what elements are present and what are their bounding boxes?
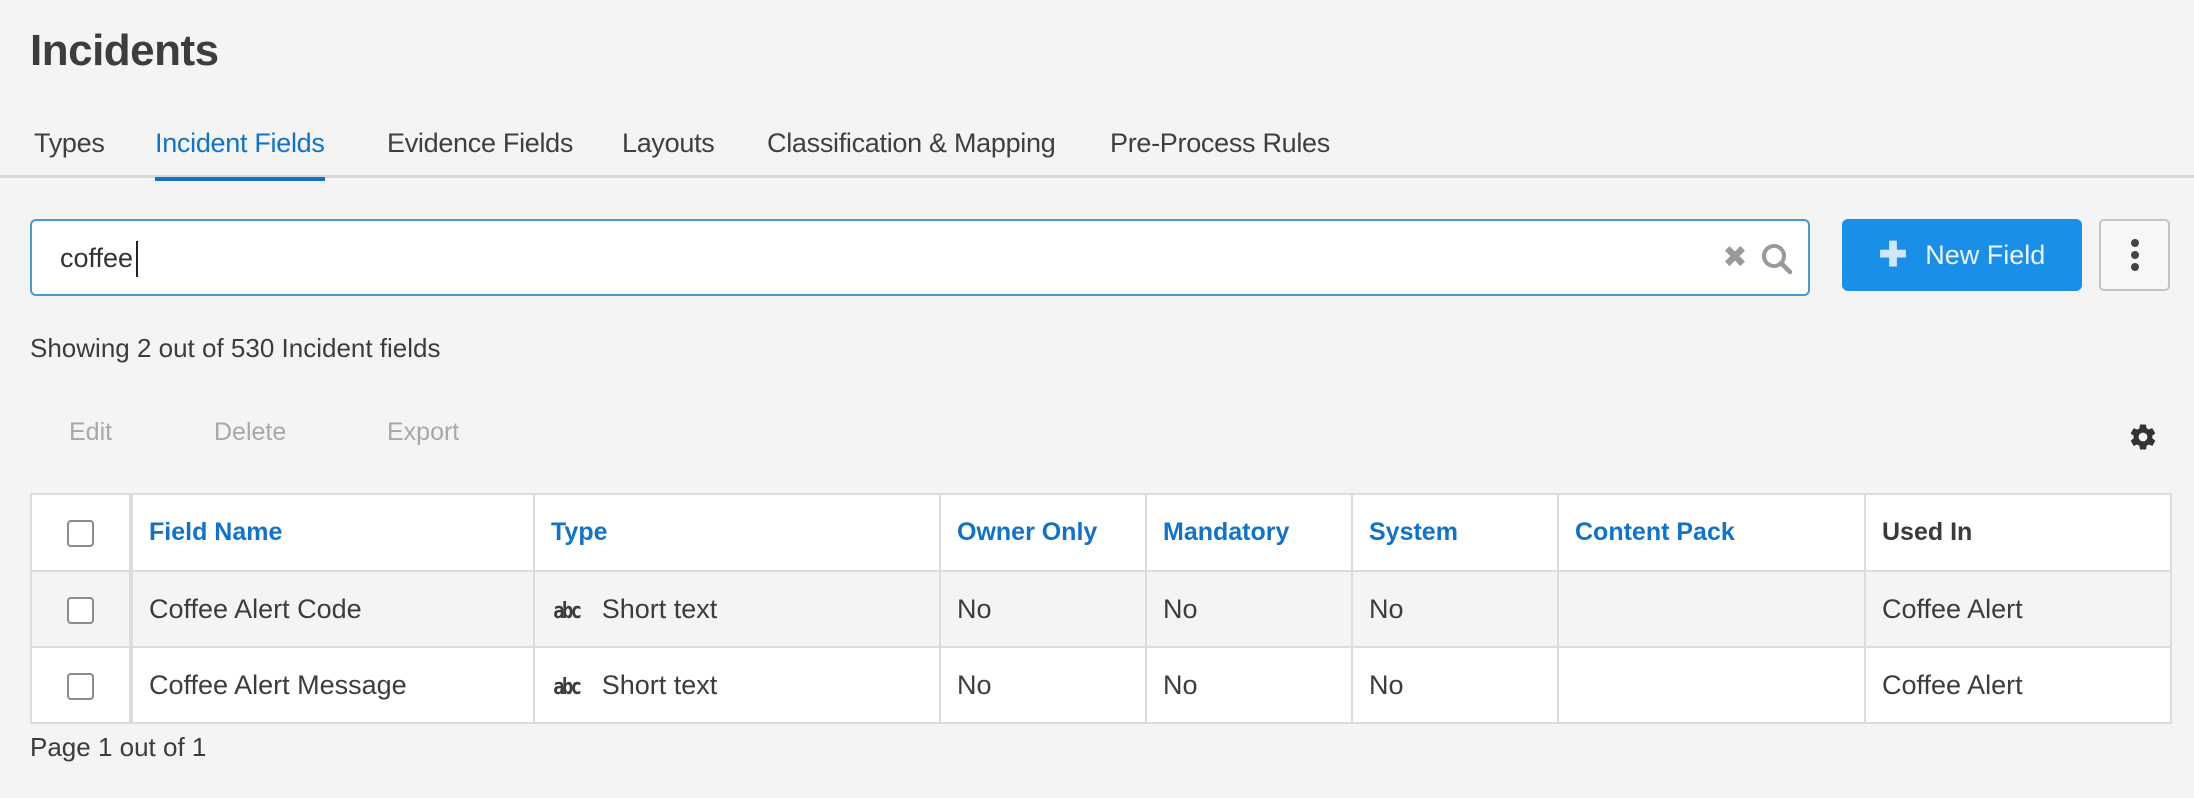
tab-layouts[interactable]: Layouts <box>622 128 715 178</box>
tab-evidence-fields[interactable]: Evidence Fields <box>387 128 573 178</box>
table-row[interactable]: Coffee Alert Code abc Short text No No No… <box>30 570 2172 648</box>
mandatory-cell: No <box>1145 570 1353 648</box>
owner-only-cell: No <box>939 646 1147 724</box>
search-box: ✖ <box>30 219 1810 296</box>
column-header-owner-only[interactable]: Owner Only <box>939 493 1147 572</box>
content-pack-cell <box>1557 570 1866 648</box>
mandatory-cell: No <box>1145 646 1353 724</box>
owner-only-cell: No <box>939 570 1147 648</box>
kebab-icon <box>2130 263 2139 271</box>
incident-fields-table: Field Name Type Owner Only Mandatory Sys… <box>30 493 2172 724</box>
used-in-cell: Coffee Alert <box>1864 570 2172 648</box>
new-field-button[interactable]: ✚ New Field <box>1842 219 2082 291</box>
column-header-system[interactable]: System <box>1351 493 1559 572</box>
tab-pre-process-rules[interactable]: Pre-Process Rules <box>1110 128 1330 178</box>
system-cell: No <box>1351 646 1559 724</box>
table-row[interactable]: Coffee Alert Message abc Short text No No… <box>30 646 2172 724</box>
short-text-icon: abc <box>553 674 582 700</box>
row-select-cell <box>30 570 133 648</box>
column-header-type[interactable]: Type <box>533 493 941 572</box>
pagination-label: Page 1 out of 1 <box>30 732 207 762</box>
used-in-cell: Coffee Alert <box>1864 646 2172 724</box>
delete-button[interactable]: Delete <box>214 418 286 447</box>
field-name-cell: Coffee Alert Message <box>130 646 535 724</box>
export-button[interactable]: Export <box>387 418 459 447</box>
row-checkbox[interactable] <box>67 672 94 700</box>
edit-button[interactable]: Edit <box>69 418 112 447</box>
close-icon[interactable]: ✖ <box>1720 243 1750 273</box>
select-all-checkbox[interactable] <box>67 519 94 547</box>
kebab-icon <box>2130 239 2139 247</box>
type-label: Short text <box>601 593 718 624</box>
incidents-page: Incidents Types Incident Fields Evidence… <box>0 0 2194 798</box>
text-cursor <box>136 241 138 277</box>
kebab-icon <box>2130 251 2139 259</box>
select-all-cell <box>30 493 133 572</box>
column-header-content-pack[interactable]: Content Pack <box>1557 493 1866 572</box>
type-cell: abc Short text <box>533 570 941 648</box>
tab-classification-mapping[interactable]: Classification & Mapping <box>767 128 1056 178</box>
tab-types[interactable]: Types <box>34 128 105 178</box>
system-cell: No <box>1351 570 1559 648</box>
gear-icon[interactable] <box>2128 422 2158 452</box>
tab-incident-fields[interactable]: Incident Fields <box>155 128 325 181</box>
row-select-cell <box>30 646 133 724</box>
column-header-mandatory[interactable]: Mandatory <box>1145 493 1353 572</box>
short-text-icon: abc <box>553 598 582 624</box>
content-pack-cell <box>1557 646 1866 724</box>
table-header-row: Field Name Type Owner Only Mandatory Sys… <box>30 493 2172 572</box>
new-field-label: New Field <box>1925 239 2046 270</box>
page-title: Incidents <box>30 26 219 75</box>
more-options-button[interactable] <box>2099 219 2170 291</box>
type-cell: abc Short text <box>533 646 941 724</box>
row-checkbox[interactable] <box>67 596 94 624</box>
results-summary: Showing 2 out of 530 Incident fields <box>30 333 441 363</box>
search-icon[interactable] <box>1760 242 1794 276</box>
plus-icon: ✚ <box>1878 236 1908 274</box>
column-header-used-in: Used In <box>1864 493 2172 572</box>
tab-bar: Types Incident Fields Evidence Fields La… <box>0 120 2194 181</box>
type-label: Short text <box>601 669 718 700</box>
column-header-field-name[interactable]: Field Name <box>130 493 535 572</box>
field-name-cell: Coffee Alert Code <box>130 570 535 648</box>
search-input[interactable] <box>60 235 1700 281</box>
